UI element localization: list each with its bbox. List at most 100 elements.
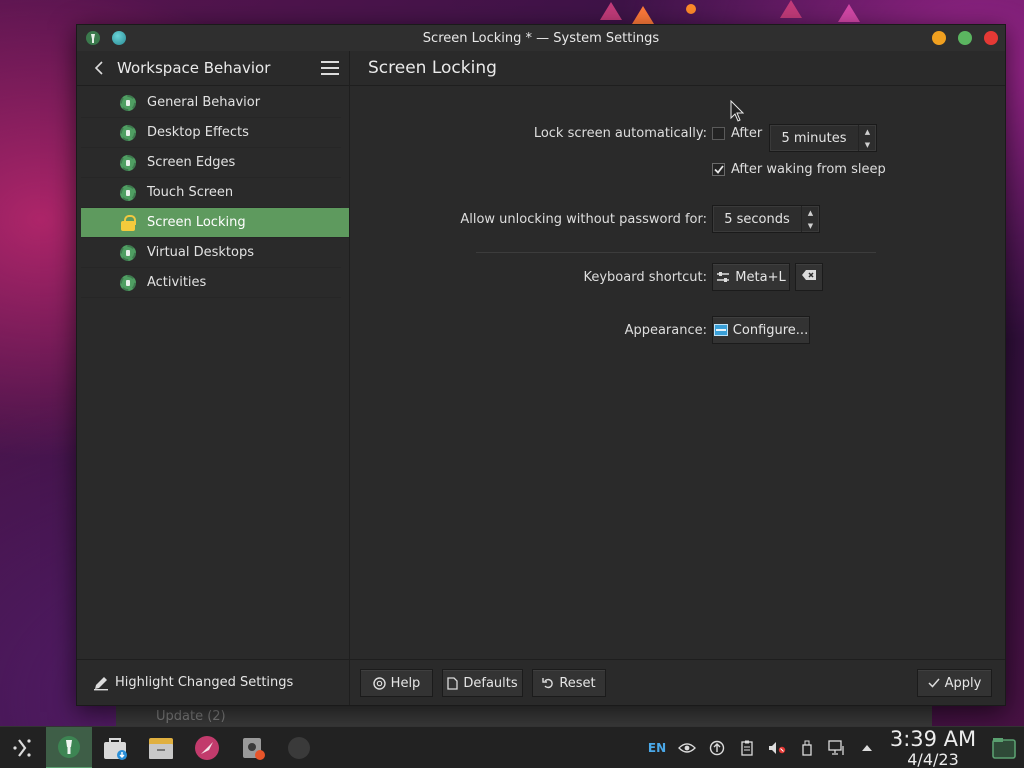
taskbar: EN 3:39 AM 4/4/23 — [0, 726, 1024, 768]
sidebar-item-label: Virtual Desktops — [147, 245, 254, 260]
web-browser-icon[interactable] — [184, 727, 230, 768]
show-desktop-icon[interactable] — [984, 727, 1024, 768]
clear-shortcut-button[interactable] — [795, 263, 823, 291]
lock-minutes-value: 5 minutes — [781, 130, 847, 146]
lock-automatically-label: Lock screen automatically: — [533, 126, 707, 141]
mouse-cursor-icon — [730, 99, 745, 126]
pin-icon[interactable] — [111, 30, 127, 46]
settings-gear-icon — [119, 244, 137, 262]
settings-app-icon[interactable] — [230, 727, 276, 768]
maximize-button[interactable] — [958, 31, 972, 45]
close-button[interactable] — [984, 31, 998, 45]
minimize-button[interactable] — [932, 31, 946, 45]
unlock-seconds-value: 5 seconds — [724, 211, 790, 227]
background-update-text: Update (2) — [156, 708, 226, 724]
sidebar-nav: General Behavior Desktop Effects Screen Ed… — [77, 86, 349, 298]
appearance-label: Appearance: — [624, 323, 707, 338]
sidebar-item-activities[interactable]: Activities — [81, 268, 341, 298]
backspace-clear-icon — [801, 269, 817, 285]
help-icon — [372, 676, 386, 690]
lock-icon — [119, 214, 137, 232]
after-waking-label: After waking from sleep — [731, 162, 886, 177]
wallpaper-dot — [686, 4, 696, 14]
sidebar: Workspace Behavior General Behavior Deskt… — [77, 51, 350, 705]
document-icon — [447, 676, 459, 690]
page-title: Screen Locking — [368, 58, 497, 78]
title-bar: Screen Locking * — System Settings — [77, 25, 1005, 51]
checkmark-icon — [928, 678, 940, 688]
apply-label: Apply — [944, 675, 982, 691]
clock-date: 4/4/23 — [907, 749, 959, 768]
file-manager-icon[interactable] — [138, 727, 184, 768]
spin-down-icon[interactable]: ▼ — [802, 219, 819, 232]
network-icon[interactable] — [822, 727, 852, 768]
tray-expand-arrow-icon[interactable] — [852, 727, 882, 768]
clock[interactable]: 3:39 AM 4/4/23 — [888, 726, 978, 768]
settings-gear-icon — [119, 274, 137, 292]
app-launcher-icon[interactable] — [0, 727, 46, 768]
wallpaper-triangle — [600, 2, 622, 20]
reset-button[interactable]: Reset — [532, 669, 606, 697]
sidebar-item-label: Activities — [147, 275, 207, 290]
wallpaper-triangle — [632, 6, 654, 24]
discover-store-icon[interactable] — [92, 727, 138, 768]
lock-minutes-spinbox[interactable]: 5 minutes ▲ ▼ — [769, 124, 877, 152]
clipboard-icon[interactable] — [732, 727, 762, 768]
sidebar-item-screen-edges[interactable]: Screen Edges — [81, 148, 341, 178]
shortcut-config-icon — [716, 271, 730, 283]
defaults-button[interactable]: Defaults — [442, 669, 523, 697]
after-label: After — [731, 126, 763, 141]
apply-button[interactable]: Apply — [917, 669, 992, 697]
system-settings-window: Screen Locking * — System Settings Works… — [76, 24, 1006, 706]
blank-app-icon[interactable] — [276, 727, 322, 768]
spin-up-icon[interactable]: ▲ — [802, 206, 819, 219]
unlock-seconds-spinbox[interactable]: 5 seconds ▲ ▼ — [712, 205, 820, 233]
sidebar-item-label: Touch Screen — [147, 185, 234, 200]
sidebar-item-screen-locking[interactable]: Screen Locking — [81, 208, 349, 238]
sidebar-item-touch-screen[interactable]: Touch Screen — [81, 178, 341, 208]
reset-label: Reset — [559, 675, 596, 691]
configure-button[interactable]: Configure... — [712, 316, 810, 344]
app-menu-icon[interactable] — [85, 30, 101, 46]
keyboard-layout-indicator[interactable]: EN — [642, 727, 672, 768]
settings-gear-icon — [119, 94, 137, 112]
help-button[interactable]: Help — [360, 669, 433, 697]
wallpaper-triangle — [838, 4, 860, 22]
sidebar-item-label: Screen Edges — [147, 155, 236, 170]
spin-up-icon[interactable]: ▲ — [859, 125, 876, 138]
highlight-changed-settings-label: Highlight Changed Settings — [115, 675, 294, 690]
after-waking-checkbox[interactable] — [712, 163, 725, 176]
update-icon[interactable] — [702, 727, 732, 768]
volume-muted-icon[interactable] — [762, 727, 792, 768]
pen-icon — [93, 675, 109, 691]
usb-device-icon[interactable] — [792, 727, 822, 768]
settings-gear-icon — [119, 124, 137, 142]
hamburger-menu-icon[interactable] — [321, 61, 339, 75]
configure-label: Configure... — [732, 322, 809, 338]
sidebar-item-label: Desktop Effects — [147, 125, 249, 140]
window-title: Screen Locking * — System Settings — [422, 30, 660, 46]
help-label: Help — [390, 675, 421, 691]
eye-icon[interactable] — [672, 727, 702, 768]
clock-time: 3:39 AM — [889, 726, 977, 751]
background-window-strip: Update (2) — [116, 706, 932, 726]
system-settings-icon[interactable] — [46, 726, 92, 768]
after-checkbox[interactable] — [712, 127, 725, 140]
main-panel: Screen Locking Lock screen automatically… — [350, 51, 1005, 705]
highlight-changed-settings-button[interactable]: Highlight Changed Settings — [77, 659, 349, 705]
action-footer: Help Defaults Reset Apply — [350, 659, 1005, 705]
sidebar-item-virtual-desktops[interactable]: Virtual Desktops — [81, 238, 341, 268]
sidebar-item-desktop-effects[interactable]: Desktop Effects — [81, 118, 341, 148]
sidebar-item-general-behavior[interactable]: General Behavior — [81, 88, 341, 118]
back-arrow-icon[interactable] — [91, 60, 107, 76]
keyboard-shortcut-button[interactable]: Meta+L — [712, 263, 790, 291]
monitor-config-icon — [713, 324, 728, 336]
system-tray: EN 3:39 AM 4/4/23 — [642, 727, 1024, 768]
spin-down-icon[interactable]: ▼ — [859, 138, 876, 151]
settings-gear-icon — [119, 184, 137, 202]
wallpaper-triangle — [780, 0, 802, 18]
shortcut-value: Meta+L — [735, 269, 786, 285]
sidebar-title: Workspace Behavior — [117, 59, 271, 77]
undo-icon — [542, 677, 554, 689]
section-divider — [476, 252, 876, 253]
